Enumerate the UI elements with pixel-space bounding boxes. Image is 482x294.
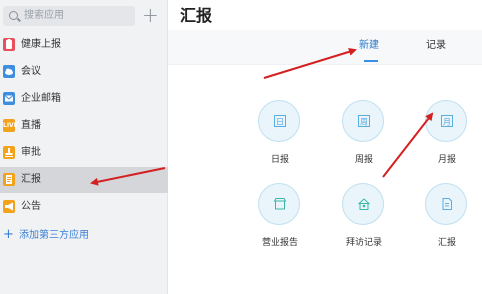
house-visit-icon <box>358 198 370 210</box>
tab-records[interactable]: 记录 <box>426 39 446 53</box>
page-title: 汇报 <box>180 6 213 25</box>
megaphone-icon <box>3 200 15 213</box>
sidebar-item-label: 企业邮箱 <box>21 93 61 104</box>
sidebar-item-live[interactable]: LIVE 直播 <box>0 113 168 139</box>
sidebar-item-health-report[interactable]: 健康上报 <box>0 32 168 58</box>
cloud-meeting-icon <box>3 65 15 78</box>
tab-active-indicator <box>364 60 378 62</box>
search-icon <box>9 11 18 20</box>
weekly-report-icon: 周 <box>358 115 370 127</box>
health-report-icon <box>3 38 15 51</box>
app-label: 汇报 <box>437 238 456 248</box>
approval-stamp-icon <box>3 146 15 159</box>
app-label: 日报 <box>270 155 289 165</box>
app-monthly-report[interactable]: 月 月报 <box>417 100 477 172</box>
sidebar-item-label: 公告 <box>21 201 41 212</box>
sidebar-item-announcement[interactable]: 公告 <box>0 194 168 220</box>
sidebar-item-label: 直播 <box>21 120 41 131</box>
app-circle: 月 <box>425 100 467 142</box>
daily-report-glyph: 日 <box>276 118 284 127</box>
search-row: 搜索应用 + <box>0 0 168 32</box>
app-circle: 日 <box>258 100 300 142</box>
sidebar-item-enterprise-mail[interactable]: 企业邮箱 <box>0 86 168 112</box>
report-icon <box>3 173 15 186</box>
plus-icon: + <box>3 227 14 242</box>
add-app-button[interactable]: + <box>142 5 159 25</box>
search-input[interactable]: 搜索应用 <box>3 6 135 26</box>
monthly-report-icon: 月 <box>441 115 453 127</box>
weekly-report-glyph: 周 <box>360 118 368 127</box>
sidebar-item-approval[interactable]: 审批 <box>0 140 168 166</box>
sidebar-item-label: 汇报 <box>21 174 41 185</box>
monthly-report-glyph: 月 <box>443 118 451 127</box>
app-label: 周报 <box>354 155 373 165</box>
app-daily-report[interactable]: 日 日报 <box>250 100 310 172</box>
add-third-party-app-link[interactable]: + 添加第三方应用 <box>0 223 168 249</box>
app-label: 营业报告 <box>261 238 298 248</box>
sidebar-item-label: 审批 <box>21 147 41 158</box>
app-circle <box>258 183 300 225</box>
app-visit-records[interactable]: 拜访记录 <box>334 183 394 255</box>
app-circle: 周 <box>342 100 384 142</box>
app-report[interactable]: 汇报 <box>417 183 477 255</box>
sidebar-item-report[interactable]: 汇报 <box>0 167 168 193</box>
mail-icon <box>3 92 15 105</box>
app-label: 月报 <box>437 155 456 165</box>
search-placeholder: 搜索应用 <box>24 10 64 21</box>
main-panel: 汇报 新建 记录 日 日报 周 周报 月 月报 营业报告 拜访记录 汇报 <box>168 0 482 294</box>
app-weekly-report[interactable]: 周 周报 <box>334 100 394 172</box>
app-label: 拜访记录 <box>345 238 382 248</box>
document-icon <box>442 198 452 210</box>
sidebar-item-label: 健康上报 <box>21 39 61 50</box>
daily-report-icon: 日 <box>274 115 286 127</box>
sidebar: 搜索应用 + 健康上报 会议 企业邮箱 LIVE 直播 审批 汇报 公告 + 添… <box>0 0 168 294</box>
sidebar-item-label: 会议 <box>21 66 41 77</box>
live-icon: LIVE <box>3 119 18 132</box>
app-circle <box>342 183 384 225</box>
tab-bar: 新建 记录 <box>168 30 482 65</box>
sidebar-item-meeting[interactable]: 会议 <box>0 59 168 85</box>
app-circle <box>425 183 467 225</box>
tab-new[interactable]: 新建 <box>359 39 379 53</box>
app-business-report[interactable]: 营业报告 <box>250 183 310 255</box>
store-icon <box>273 198 287 210</box>
add-third-party-app-label: 添加第三方应用 <box>19 230 89 241</box>
